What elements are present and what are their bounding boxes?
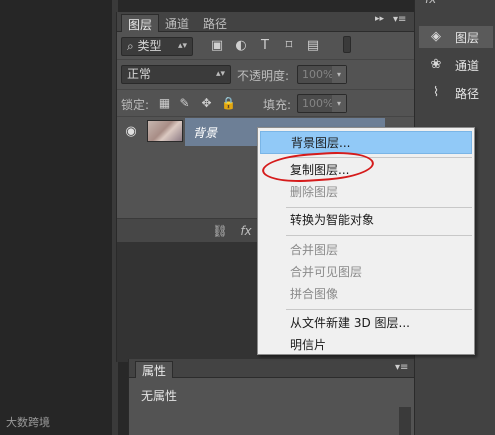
menu-separator (286, 207, 472, 208)
menu-item-new-3d-layer[interactable]: 从文件新建 3D 图层... (260, 312, 472, 335)
tab-paths[interactable]: 路径 (197, 14, 233, 32)
properties-panel: 属性 ▾≡ 无属性 (128, 359, 415, 435)
properties-scrollbar[interactable] (399, 407, 411, 435)
properties-tabbar: 属性 ▾≡ (129, 359, 415, 378)
dock-item-label: 路径 (455, 87, 480, 101)
paths-icon: ⌇ (432, 85, 440, 100)
opacity-value: 100% (302, 68, 334, 81)
adjustment-filter-icon[interactable]: ◐ (233, 37, 249, 55)
tab-properties[interactable]: 属性 (135, 361, 174, 378)
menu-item-flatten-image: 拼合图像 (290, 287, 339, 301)
fill-label: 填充: (263, 98, 292, 112)
dock-item-label: 图层 (455, 31, 480, 45)
menu-item-merge-layers: 合并图层 (290, 243, 339, 257)
menu-separator (286, 235, 472, 236)
watermark: 大数跨境 (6, 416, 50, 429)
dock-item-label: 通道 (455, 59, 480, 73)
panel-tabbar: 图层 通道 路径 ▸▸ ▾≡ (117, 12, 415, 32)
pixel-filter-icon[interactable]: ▣ (209, 37, 225, 55)
fill-value: 100% (302, 97, 334, 110)
menu-item-convert-smart-object[interactable]: 转换为智能对象 (260, 209, 472, 232)
dock-item-channels[interactable]: ❀ 通道 (419, 54, 493, 76)
tab-channels[interactable]: 通道 (159, 14, 195, 32)
menu-item-background-layer[interactable]: 背景图层... (260, 131, 472, 154)
layer-name[interactable]: 背景 (193, 124, 217, 141)
chevron-updown-icon: ▴▾ (215, 69, 225, 79)
workspace-background (0, 0, 112, 435)
panel-menu-icon[interactable]: ▾≡ (395, 362, 408, 373)
divider (117, 116, 415, 117)
dock-top-fx[interactable]: fx (425, 0, 436, 6)
properties-content: 无属性 (141, 389, 178, 403)
fx-icon[interactable]: fx (237, 223, 255, 239)
divider (117, 89, 415, 90)
opacity-field[interactable]: 100% ▾ (297, 65, 347, 84)
blend-mode-value: 正常 (127, 67, 152, 81)
kind-filter-value: 类型 (137, 39, 162, 53)
layers-icon: ◈ (431, 29, 441, 44)
lock-position-icon[interactable]: ✥ (199, 95, 214, 111)
panel-menu-icon[interactable]: ▾≡ (393, 14, 409, 28)
tab-layers[interactable]: 图层 (121, 14, 160, 32)
fill-field[interactable]: 100% ▾ (297, 94, 347, 113)
menu-item-delete-layer: 删除图层 (290, 185, 339, 199)
shape-filter-icon[interactable]: ⌑ (281, 37, 297, 55)
opacity-label: 不透明度: (237, 69, 290, 83)
dock-item-layers[interactable]: ◈ 图层 (419, 26, 493, 48)
layer-thumbnail[interactable] (147, 120, 183, 142)
smart-object-filter-icon[interactable]: ▤ (305, 37, 321, 55)
lock-paint-icon[interactable]: ✎ (177, 95, 192, 111)
menu-separator (286, 309, 472, 310)
filter-toggle[interactable] (343, 36, 351, 53)
divider (117, 59, 415, 60)
lock-transparency-icon[interactable]: ▦ (157, 95, 172, 111)
search-icon: ⌕ (127, 39, 138, 53)
layer-kind-filter-select[interactable]: ⌕ 类型 ▴▾ (121, 37, 193, 56)
chevron-updown-icon: ▴▾ (177, 41, 187, 51)
collapse-icon[interactable]: ▸▸ (375, 14, 387, 28)
dropdown-arrow-icon[interactable]: ▾ (332, 95, 346, 112)
dock-item-paths[interactable]: ⌇ 路径 (419, 82, 493, 104)
lock-label: 锁定: (121, 98, 150, 112)
menu-item-postcard[interactable]: 明信片 (260, 334, 472, 357)
dropdown-arrow-icon[interactable]: ▾ (332, 66, 346, 83)
channels-icon: ❀ (430, 57, 442, 72)
link-icon[interactable]: ⛓ (211, 223, 229, 239)
type-filter-icon[interactable]: T (257, 37, 273, 55)
menu-item-merge-visible: 合并可见图层 (290, 265, 363, 279)
blend-mode-select[interactable]: 正常 ▴▾ (121, 65, 231, 84)
visibility-eye-icon[interactable]: ◉ (123, 124, 139, 140)
lock-all-icon[interactable]: 🔒 (221, 95, 236, 111)
